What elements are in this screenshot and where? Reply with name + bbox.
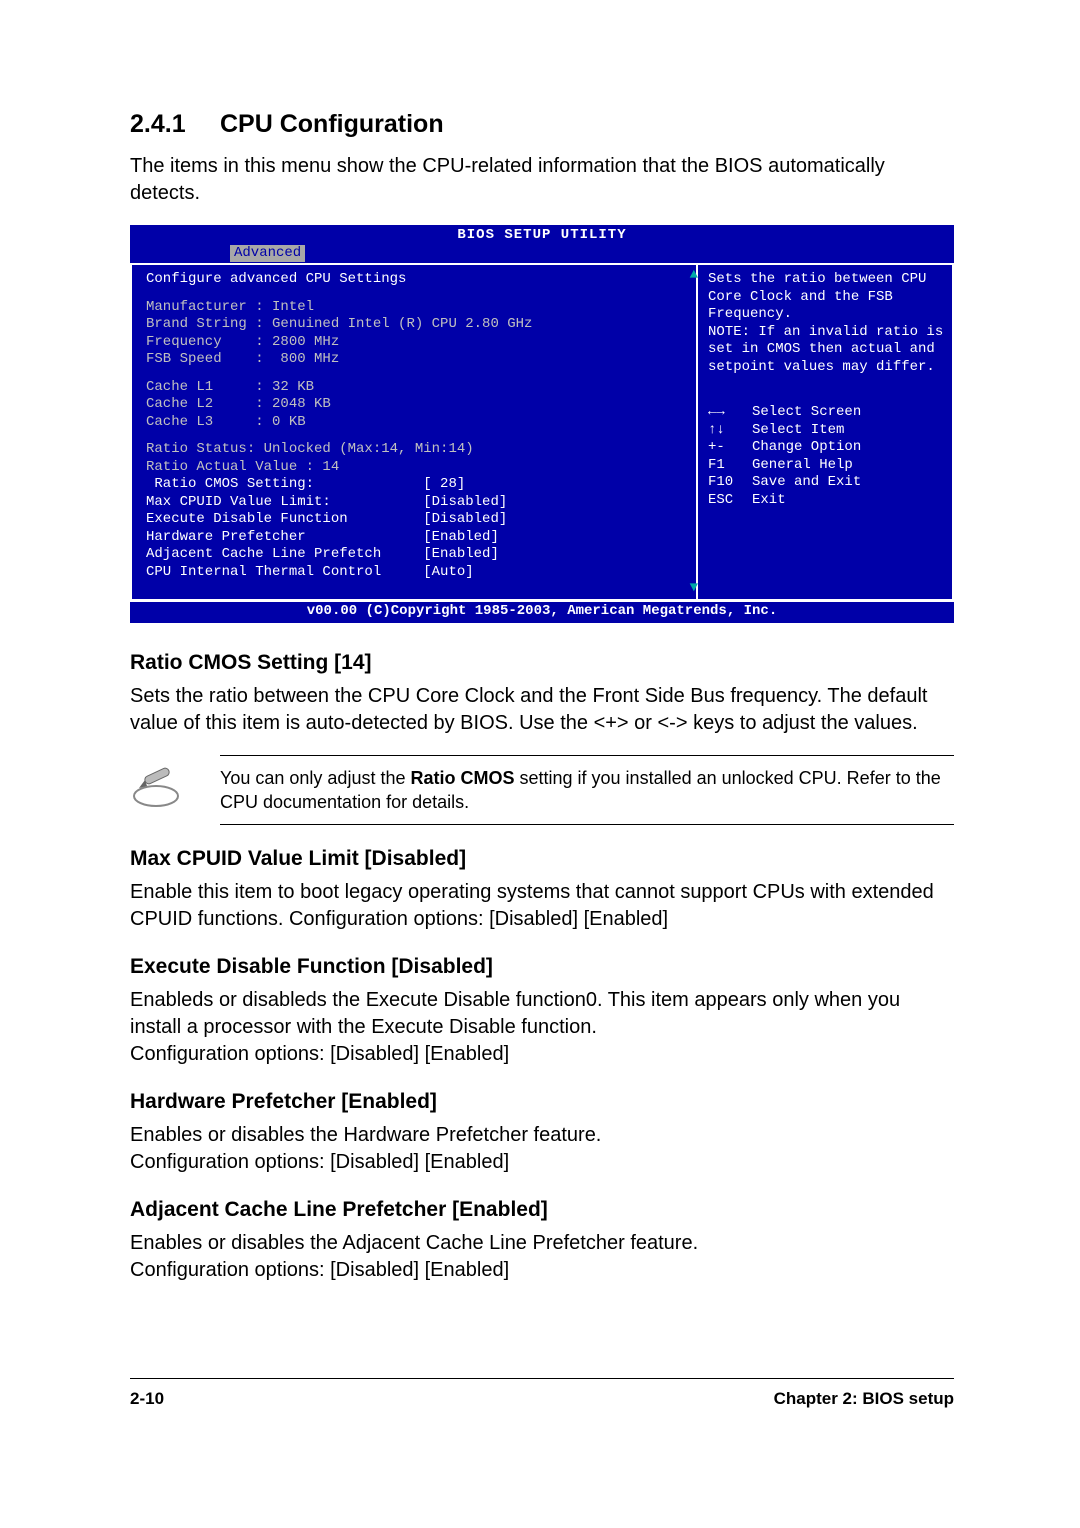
nav-label-select-screen: Select Screen [752, 404, 861, 420]
bios-setting-ratio-cmos[interactable]: Ratio CMOS Setting: [ 28] [146, 476, 686, 494]
body-adj-cache: Enables or disables the Adjacent Cache L… [130, 1230, 954, 1284]
bios-copyright: v00.00 (C)Copyright 1985-2003, American … [130, 601, 954, 623]
heading-exec-disable: Execute Disable Function [Disabled] [130, 955, 954, 979]
body-max-cpuid: Enable this item to boot legacy operatin… [130, 879, 954, 933]
nav-label-general-help: General Help [752, 457, 853, 473]
body-ratio-cmos: Sets the ratio between the CPU Core Cloc… [130, 683, 954, 737]
bios-title: BIOS SETUP UTILITY [130, 225, 954, 245]
heading-adj-cache: Adjacent Cache Line Prefetcher [Enabled] [130, 1198, 954, 1222]
intro-paragraph: The items in this menu show the CPU-rela… [130, 153, 954, 207]
section-heading: 2.4.1CPU Configuration [130, 110, 954, 139]
bios-ratio-status: Ratio Status: Unlocked (Max:14, Min:14) [146, 441, 686, 459]
bios-main-panel: ▲ Configure advanced CPU Settings Manufa… [130, 265, 698, 601]
bios-tab-advanced[interactable]: Advanced [230, 245, 305, 262]
chapter-label: Chapter 2: BIOS setup [774, 1389, 954, 1409]
bios-info-frequency: Frequency : 2800 MHz [146, 334, 686, 352]
note-pre: You can only adjust the [220, 768, 410, 788]
bios-info-manufacturer: Manufacturer : Intel [146, 299, 686, 317]
note-bold: Ratio CMOS [410, 768, 514, 788]
nav-key-f10: F10 [708, 474, 752, 492]
bios-nav-keys: ←→Select Screen ↑↓Select Item +-Change O… [708, 404, 946, 509]
heading-hw-prefetch: Hardware Prefetcher [Enabled] [130, 1090, 954, 1114]
bios-setting-hw-prefetch[interactable]: Hardware Prefetcher [Enabled] [146, 529, 686, 547]
bios-main-heading: Configure advanced CPU Settings [146, 271, 686, 289]
nav-key-pm: +- [708, 439, 752, 457]
bios-setting-adj-cache[interactable]: Adjacent Cache Line Prefetch [Enabled] [146, 546, 686, 564]
nav-key-f1: F1 [708, 457, 752, 475]
note-text: You can only adjust the Ratio CMOS setti… [220, 766, 954, 815]
scroll-up-icon[interactable]: ▲ [690, 267, 698, 285]
nav-label-save-exit: Save and Exit [752, 474, 861, 490]
nav-label-change-option: Change Option [752, 439, 861, 455]
section-number: 2.4.1 [130, 110, 220, 139]
bios-ratio-actual: Ratio Actual Value : 14 [146, 459, 686, 477]
bios-info-l3: Cache L3 : 0 KB [146, 414, 686, 432]
heading-ratio-cmos: Ratio CMOS Setting [14] [130, 651, 954, 675]
page-footer: 2-10 Chapter 2: BIOS setup [130, 1378, 954, 1409]
bios-setting-max-cpuid[interactable]: Max CPUID Value Limit: [Disabled] [146, 494, 686, 512]
nav-label-exit: Exit [752, 492, 786, 508]
page-number: 2-10 [130, 1389, 164, 1409]
heading-max-cpuid: Max CPUID Value Limit [Disabled] [130, 847, 954, 871]
bios-tab-row: Advanced [130, 245, 954, 264]
page-content: 2.4.1CPU Configuration The items in this… [130, 110, 954, 1302]
nav-key-lr: ←→ [708, 404, 752, 422]
bios-help-panel: Sets the ratio between CPU Core Clock an… [698, 265, 954, 601]
scroll-down-icon[interactable]: ▼ [690, 580, 698, 598]
body-exec-disable: Enableds or disableds the Execute Disabl… [130, 987, 954, 1068]
body-hw-prefetch: Enables or disables the Hardware Prefetc… [130, 1122, 954, 1176]
nav-key-ud: ↑↓ [708, 422, 752, 440]
bios-setting-exec-disable[interactable]: Execute Disable Function [Disabled] [146, 511, 686, 529]
nav-key-esc: ESC [708, 492, 752, 510]
bios-screenshot: BIOS SETUP UTILITY Advanced ▲ Configure … [130, 225, 954, 623]
section-title: CPU Configuration [220, 110, 444, 138]
note-block: You can only adjust the Ratio CMOS setti… [130, 755, 954, 826]
bios-help-text: Sets the ratio between CPU Core Clock an… [708, 271, 946, 376]
bios-info-l2: Cache L2 : 2048 KB [146, 396, 686, 414]
note-pencil-icon [130, 766, 220, 810]
bios-info-brand: Brand String : Genuined Intel (R) CPU 2.… [146, 316, 686, 334]
bios-setting-thermal[interactable]: CPU Internal Thermal Control [Auto] [146, 564, 686, 582]
bios-info-l1: Cache L1 : 32 KB [146, 379, 686, 397]
bios-info-fsb: FSB Speed : 800 MHz [146, 351, 686, 369]
nav-label-select-item: Select Item [752, 422, 844, 438]
